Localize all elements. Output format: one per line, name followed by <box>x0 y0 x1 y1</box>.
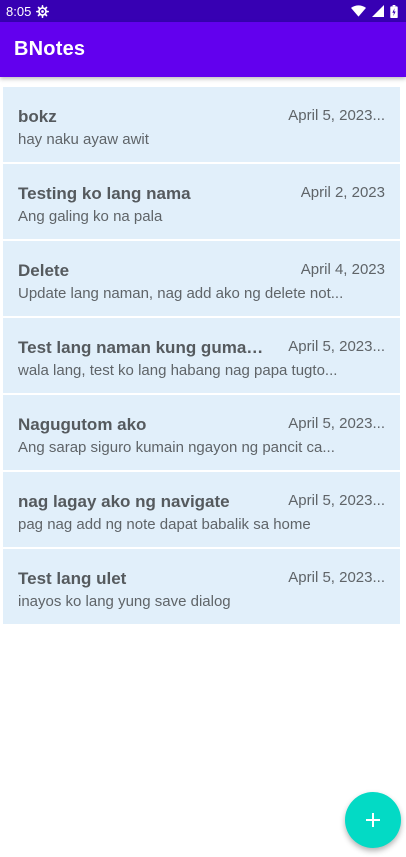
app-bar: BNotes <box>0 22 406 77</box>
note-date: April 5, 2023... <box>288 569 385 586</box>
status-bar-left: 8:05 <box>6 3 50 19</box>
status-bar-right <box>351 4 398 18</box>
note-item[interactable]: nag lagay ako ng navigate April 5, 2023.… <box>3 472 400 547</box>
status-bar: 8:05 <box>0 0 406 22</box>
plus-icon <box>364 811 382 829</box>
note-body: hay naku ayaw awit <box>18 131 149 148</box>
note-date: April 5, 2023... <box>288 492 385 509</box>
note-title: Test lang naman kung gumag... <box>18 338 270 357</box>
note-item[interactable]: Nagugutom ako April 5, 2023... Ang sarap… <box>3 395 400 470</box>
note-body: pag nag add ng note dapat babalik sa hom… <box>18 516 311 533</box>
note-date: April 2, 2023 <box>300 184 385 201</box>
note-item[interactable]: bokz April 5, 2023... hay naku ayaw awit <box>3 87 400 162</box>
note-title: Test lang ulet <box>18 569 127 588</box>
settings-gear-icon <box>36 4 50 18</box>
note-item[interactable]: Testing ko lang nama April 2, 2023 Ang g… <box>3 164 400 239</box>
note-title: Delete <box>18 261 70 280</box>
note-body: Ang sarap siguro kumain ngayon ng pancit… <box>18 439 335 456</box>
add-note-button[interactable] <box>345 792 401 848</box>
note-body: wala lang, test ko lang habang nag papa … <box>18 362 338 379</box>
note-title: Nagugutom ako <box>18 415 147 434</box>
notes-list: bokz April 5, 2023... hay naku ayaw awit… <box>3 87 400 626</box>
note-body: Update lang naman, nag add ako ng delete… <box>18 285 344 302</box>
note-body: Ang galing ko na pala <box>18 208 163 225</box>
note-body: inayos ko lang yung save dialog <box>18 593 231 610</box>
status-time: 8:05 <box>6 3 32 19</box>
note-date: April 5, 2023... <box>288 338 385 355</box>
battery-charging-icon <box>390 4 398 18</box>
note-date: April 5, 2023... <box>288 415 385 432</box>
note-title: nag lagay ako ng navigate <box>18 492 230 511</box>
app-title: BNotes <box>14 38 86 60</box>
note-date: April 5, 2023... <box>288 107 385 124</box>
note-item[interactable]: Delete April 4, 2023 Update lang naman, … <box>3 241 400 316</box>
note-date: April 4, 2023 <box>300 261 385 278</box>
note-item[interactable]: Test lang naman kung gumag... April 5, 2… <box>3 318 400 393</box>
wifi-icon <box>351 5 366 17</box>
note-title: bokz <box>18 107 57 126</box>
cellular-signal-icon <box>372 5 384 17</box>
note-item[interactable]: Test lang ulet April 5, 2023... inayos k… <box>3 549 400 624</box>
note-title: Testing ko lang nama <box>18 184 191 203</box>
